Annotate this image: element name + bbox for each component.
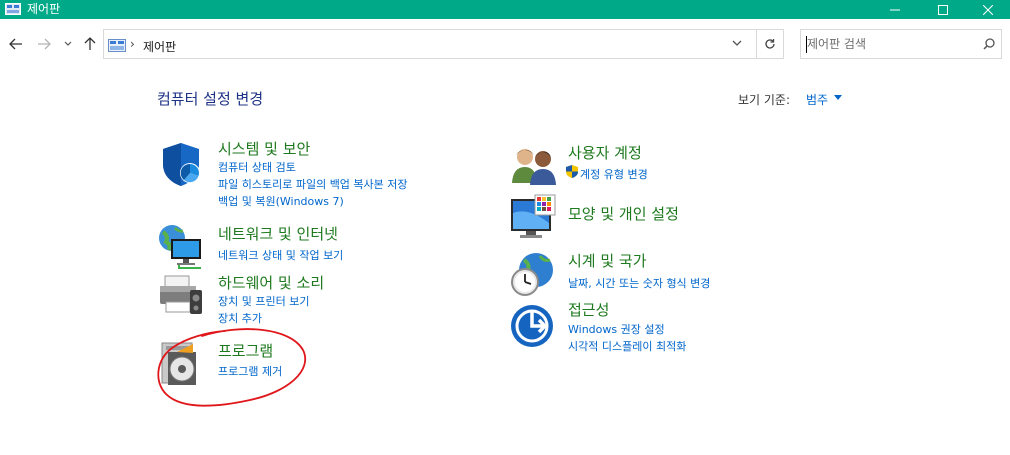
search-icon[interactable]	[983, 38, 995, 50]
view-by-dropdown[interactable]: 범주	[806, 91, 828, 108]
clock-icon[interactable]	[510, 250, 558, 298]
printer-icon[interactable]	[157, 272, 205, 320]
link-devices-printers[interactable]: 장치 및 프린터 보기	[218, 293, 309, 309]
chevron-down-icon	[64, 41, 72, 46]
path-separator: ›	[130, 37, 135, 51]
refresh-button[interactable]	[757, 29, 784, 59]
link-network-status[interactable]: 네트워크 상태 및 작업 보기	[218, 247, 343, 263]
window-title: 제어판	[27, 2, 61, 16]
personalization-icon[interactable]	[510, 193, 558, 241]
minimize-button[interactable]	[872, 0, 918, 19]
uac-shield-icon	[566, 165, 578, 178]
back-button[interactable]	[8, 36, 24, 52]
category-title[interactable]: 접근성	[568, 299, 609, 320]
link-windows-recommended-settings[interactable]: Windows 권장 설정	[568, 321, 665, 337]
red-annotation-circle	[157, 328, 306, 407]
category-title[interactable]: 하드웨어 및 소리	[218, 272, 324, 293]
up-arrow-icon	[84, 37, 96, 50]
refresh-icon	[765, 39, 775, 49]
control-panel-icon	[108, 39, 126, 52]
forward-arrow-icon	[38, 38, 51, 50]
category-title[interactable]: 시스템 및 보안	[218, 138, 310, 159]
category-title[interactable]: 모양 및 개인 설정	[568, 203, 679, 224]
minimize-icon	[890, 9, 900, 10]
back-arrow-icon	[9, 38, 22, 50]
navigation-bar: › 제어판	[0, 28, 1010, 64]
recent-locations-button[interactable]	[62, 36, 74, 52]
control-panel-icon	[5, 3, 21, 15]
view-by-label: 보기 기준:	[738, 93, 791, 107]
page-title: 컴퓨터 설정 변경	[157, 90, 264, 108]
link-change-account-type[interactable]: 계정 유형 변경	[580, 166, 648, 182]
accessibility-icon[interactable]	[510, 303, 558, 351]
link-optimize-visual-display[interactable]: 시각적 디스플레이 최적화	[568, 338, 686, 354]
search-input[interactable]	[807, 35, 977, 53]
close-button[interactable]	[965, 0, 1010, 19]
chevron-down-icon[interactable]	[834, 95, 842, 100]
network-icon[interactable]	[157, 222, 205, 270]
category-title[interactable]: 네트워크 및 인터넷	[218, 223, 338, 244]
link-backup-restore-win7[interactable]: 백업 및 복원(Windows 7)	[218, 193, 344, 209]
link-file-history-backup[interactable]: 파일 히스토리로 파일의 백업 복사본 저장	[218, 176, 408, 192]
chevron-down-icon[interactable]	[732, 40, 742, 47]
link-date-time-format[interactable]: 날짜, 시간 또는 숫자 형식 변경	[568, 275, 710, 291]
maximize-button[interactable]	[920, 0, 966, 19]
shield-icon[interactable]	[157, 140, 205, 188]
title-bar: 제어판	[0, 0, 1010, 19]
address-box[interactable]: › 제어판	[103, 29, 757, 59]
category-title[interactable]: 사용자 계정	[568, 142, 642, 163]
close-icon	[983, 4, 993, 15]
forward-button[interactable]	[36, 36, 52, 52]
users-icon[interactable]	[510, 143, 558, 191]
maximize-icon	[938, 4, 948, 15]
search-box[interactable]	[800, 29, 1002, 59]
up-button[interactable]	[82, 36, 98, 52]
breadcrumb-control-panel[interactable]: 제어판	[143, 38, 176, 55]
link-review-computer-status[interactable]: 컴퓨터 상태 검토	[218, 159, 296, 175]
category-title[interactable]: 시계 및 국가	[568, 250, 647, 271]
